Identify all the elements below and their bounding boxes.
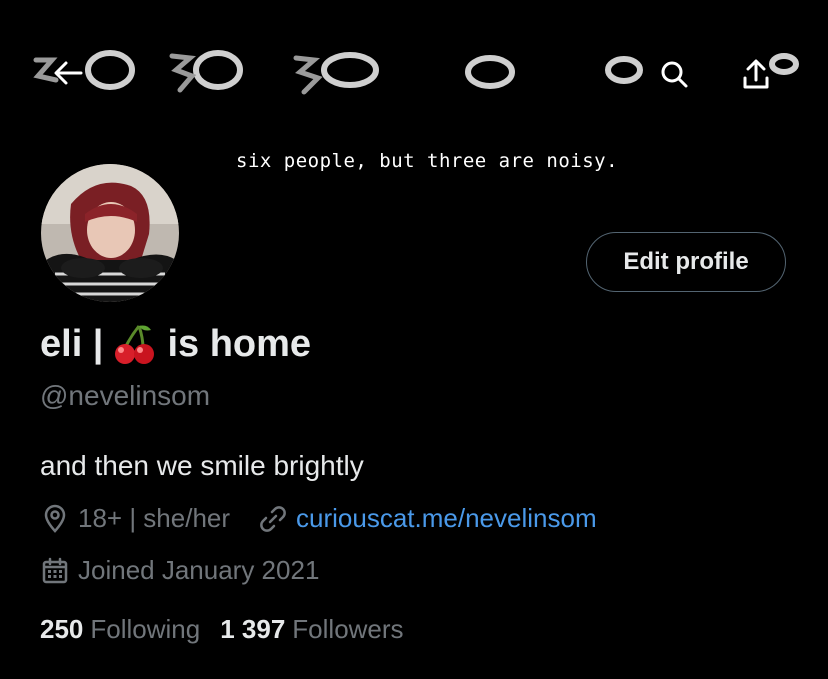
website-link[interactable]: curiouscat.me/nevelinsom xyxy=(296,503,597,534)
followers-link[interactable]: 1 397 Followers xyxy=(220,614,403,645)
avatar[interactable] xyxy=(38,161,182,305)
edit-profile-button[interactable]: Edit profile xyxy=(586,232,786,292)
avatar-image xyxy=(41,164,179,302)
joined-date: Joined January 2021 xyxy=(40,555,319,586)
user-bio: and then we smile brightly xyxy=(40,450,364,481)
banner-doodles xyxy=(33,50,799,95)
following-label: Following xyxy=(90,614,201,644)
share-button[interactable] xyxy=(736,54,776,94)
location-icon xyxy=(44,504,66,533)
location-text: 18+ | she/her xyxy=(78,503,231,533)
search-button[interactable] xyxy=(654,56,694,92)
following-count: 250 xyxy=(40,614,84,644)
follow-stats: 250 Following 1 397 Followers xyxy=(40,614,424,645)
search-icon xyxy=(661,61,688,88)
user-handle: @nevelinsom xyxy=(40,380,211,411)
link-icon xyxy=(260,505,286,532)
profile-meta: 18+ | she/her curiouscat.me/nevelinsom xyxy=(40,503,597,534)
back-button[interactable] xyxy=(46,55,90,91)
following-link[interactable]: 250 Following xyxy=(40,614,200,645)
display-name-prefix: eli | xyxy=(40,322,104,365)
display-name-suffix: is home xyxy=(167,322,312,365)
cherries-emoji-icon xyxy=(115,325,155,364)
banner-caption: six people, but three are noisy. xyxy=(236,150,619,172)
arrow-left-icon xyxy=(54,61,83,85)
followers-count: 1 397 xyxy=(220,614,286,644)
display-name: eli | is home xyxy=(40,322,311,366)
calendar-icon xyxy=(42,557,68,583)
followers-label: Followers xyxy=(292,614,404,644)
share-icon xyxy=(743,59,769,89)
joined-text: Joined January 2021 xyxy=(78,555,320,585)
